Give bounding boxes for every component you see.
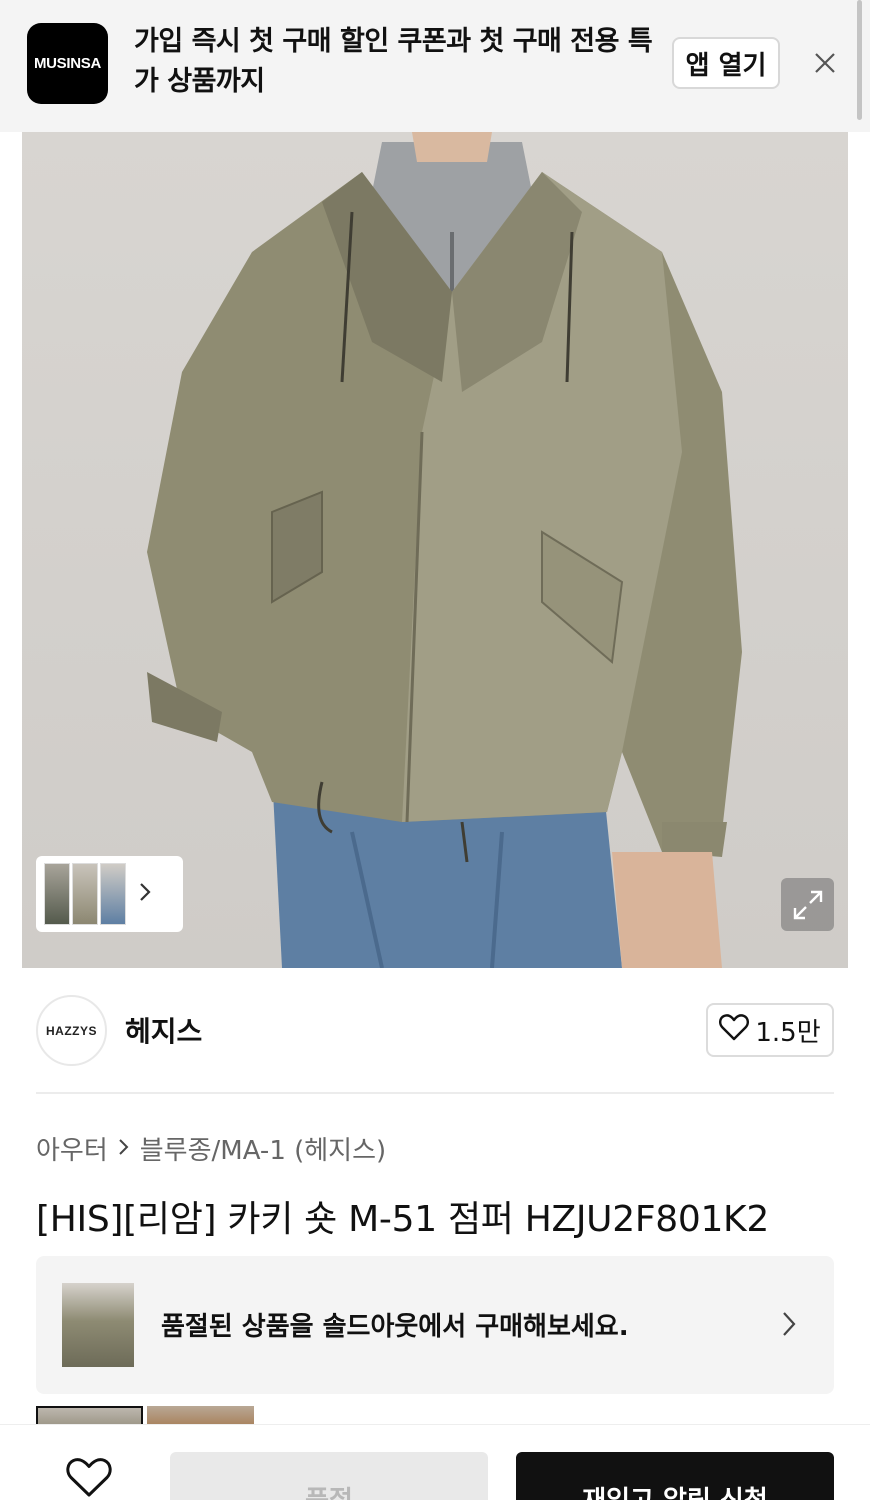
scrollbar[interactable] bbox=[857, 0, 862, 120]
breadcrumb-category[interactable]: 아우터 bbox=[36, 1130, 108, 1167]
banner-promo-text: 가입 즉시 첫 구매 할인 쿠폰과 첫 구매 전용 특가 상품까지 bbox=[134, 26, 653, 97]
close-icon[interactable] bbox=[806, 44, 844, 82]
product-title: [HIS][리암] 카키 숏 M-51 점퍼 HZJU2F801K2 bbox=[36, 1199, 769, 1240]
image-thumbnail-strip[interactable] bbox=[36, 856, 183, 932]
soldout-banner-text: 품절된 상품을 솔드아웃에서 구매해보세요. bbox=[161, 1312, 629, 1342]
chevron-right-icon bbox=[118, 1134, 130, 1164]
chevron-right-icon bbox=[781, 1310, 797, 1342]
app-install-banner: MUSINSA 가입 즉시 첫 구매 할인 쿠폰과 첫 구매 전용 특가 상품까… bbox=[0, 0, 870, 132]
soldout-button[interactable]: 품절 bbox=[170, 1452, 488, 1500]
open-app-button[interactable]: 앱 열기 bbox=[672, 37, 780, 89]
heart-icon bbox=[719, 1013, 750, 1048]
heart-icon[interactable] bbox=[66, 1456, 112, 1500]
restock-notify-button[interactable]: 재입고 알림 신청 bbox=[516, 1452, 834, 1500]
brand-name[interactable]: 헤지스 bbox=[125, 1010, 202, 1050]
breadcrumb-subcategory[interactable]: 블루종/MA-1 (헤지스) bbox=[140, 1130, 386, 1167]
thumbnail-1[interactable] bbox=[44, 863, 70, 925]
soldout-product-thumbnail bbox=[62, 1283, 134, 1367]
product-image[interactable] bbox=[22, 132, 848, 968]
thumbnail-3[interactable] bbox=[100, 863, 126, 925]
like-count: 1.5만 bbox=[755, 1017, 821, 1048]
musinsa-logo[interactable]: MUSINSA bbox=[27, 23, 108, 104]
brand-logo[interactable]: HAZZYS bbox=[36, 995, 107, 1066]
breadcrumb: 아우터 블루종/MA-1 (헤지스) bbox=[36, 1130, 386, 1167]
brand-like-button[interactable]: 1.5만 bbox=[706, 1003, 834, 1057]
chevron-right-icon[interactable] bbox=[138, 881, 152, 907]
divider bbox=[36, 1092, 834, 1094]
soldout-banner[interactable]: 품절된 상품을 솔드아웃에서 구매해보세요. bbox=[36, 1256, 834, 1394]
expand-icon[interactable] bbox=[781, 878, 834, 931]
jacket-illustration bbox=[147, 132, 742, 968]
thumbnail-2[interactable] bbox=[72, 863, 98, 925]
